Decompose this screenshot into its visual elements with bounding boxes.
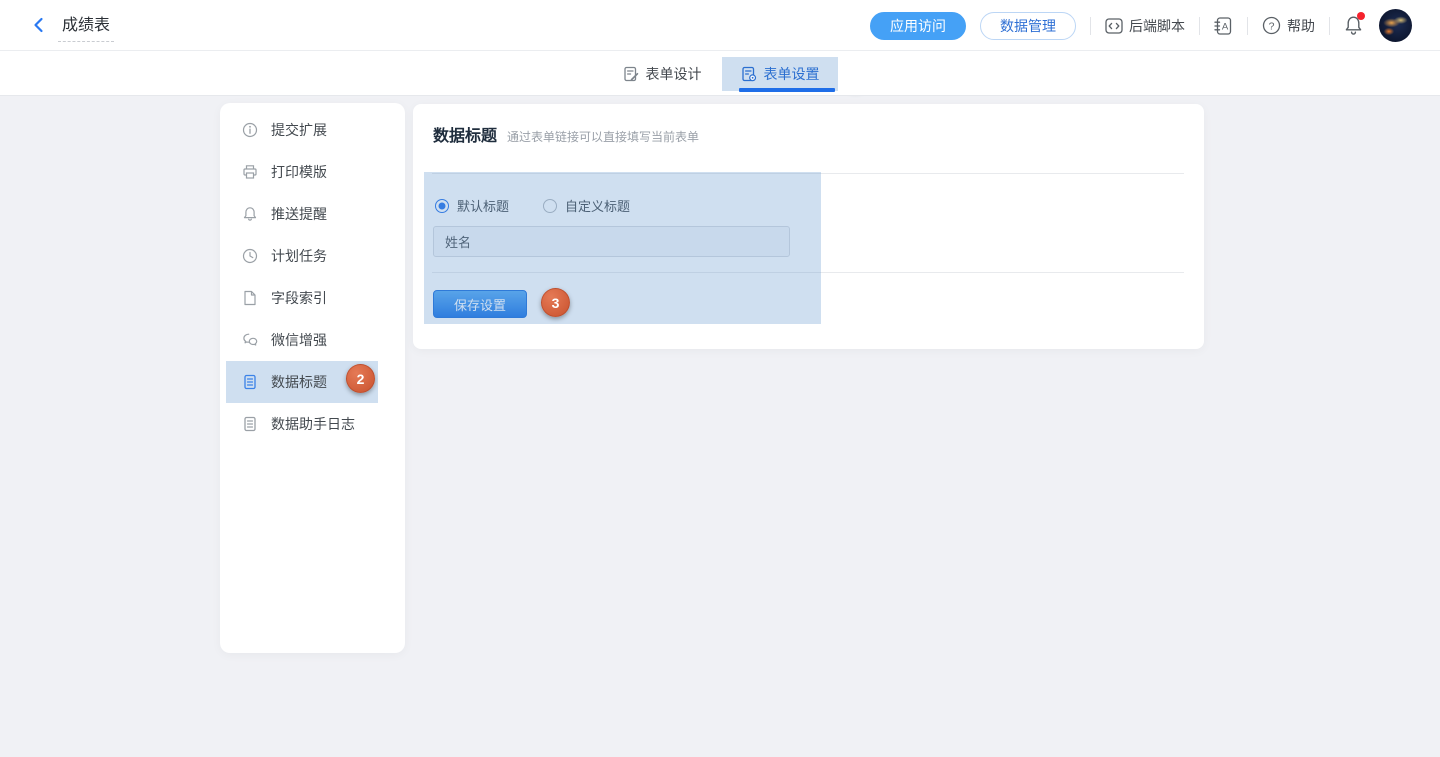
divider xyxy=(1199,17,1200,35)
annotation-badge-2: 2 xyxy=(346,364,375,393)
question-circle-icon: ? xyxy=(1262,16,1281,35)
backend-script-button[interactable]: 后端脚本 xyxy=(1105,16,1185,36)
divider xyxy=(1090,17,1091,35)
sidebar-item-data-assistant-log[interactable]: 数据助手日志 xyxy=(226,403,378,445)
tab-form-design-label: 表单设计 xyxy=(646,64,702,84)
form-settings-icon xyxy=(741,66,757,82)
tab-form-design[interactable]: 表单设计 xyxy=(612,57,712,91)
sidebar-item-print-template[interactable]: 打印模版 xyxy=(226,151,378,193)
panel-title: 数据标题 xyxy=(433,122,497,146)
top-header: 成绩表 应用访问 数据管理 后端脚本 A ? 帮助 xyxy=(0,0,1440,51)
help-button[interactable]: ? 帮助 xyxy=(1262,16,1315,36)
wechat-icon xyxy=(242,332,258,348)
sidebar-item-label: 推送提醒 xyxy=(271,204,327,224)
sidebar-item-submit-extension[interactable]: 提交扩展 xyxy=(226,109,378,151)
list-icon xyxy=(242,416,258,432)
settings-sidebar: 提交扩展 打印模版 推送提醒 计划任务 字段索引 微信增强 数据标题 xyxy=(220,103,405,653)
sidebar-item-label: 打印模版 xyxy=(271,162,327,182)
bell-icon xyxy=(242,206,258,222)
sidebar-item-push-reminder[interactable]: 推送提醒 xyxy=(226,193,378,235)
code-icon xyxy=(1105,18,1123,34)
form-title[interactable]: 成绩表 xyxy=(58,9,114,42)
radio-custom-title[interactable]: 自定义标题 xyxy=(543,196,630,215)
divider xyxy=(1329,17,1330,35)
sidebar-item-field-index[interactable]: 字段索引 xyxy=(226,277,378,319)
annotation-badge-3: 3 xyxy=(541,288,570,317)
list-icon xyxy=(242,374,258,390)
data-title-panel: 数据标题 通过表单链接可以直接填写当前表单 默认标题 自定义标题 保存设置 xyxy=(413,104,1204,349)
active-tab-underline xyxy=(739,88,835,92)
form-tabbar: 表单设计 表单设置 xyxy=(0,51,1440,96)
sidebar-item-label: 数据助手日志 xyxy=(271,414,355,434)
radio-default-title[interactable]: 默认标题 xyxy=(435,196,509,215)
panel-header: 数据标题 通过表单链接可以直接填写当前表单 xyxy=(433,122,699,146)
radio-unselected-icon[interactable] xyxy=(543,199,557,213)
sidebar-item-label: 提交扩展 xyxy=(271,120,327,140)
info-icon xyxy=(242,122,258,138)
printer-icon xyxy=(242,164,258,180)
app-access-button[interactable]: 应用访问 xyxy=(870,12,966,40)
back-button[interactable] xyxy=(22,8,56,42)
form-design-icon xyxy=(623,66,639,82)
header-actions: 应用访问 数据管理 后端脚本 A ? 帮助 xyxy=(870,0,1412,51)
radio-custom-title-label[interactable]: 自定义标题 xyxy=(565,196,630,215)
panel-subtitle: 通过表单链接可以直接填写当前表单 xyxy=(507,128,699,145)
journal-button[interactable]: A xyxy=(1214,16,1233,36)
chevron-left-icon xyxy=(30,16,48,34)
svg-text:?: ? xyxy=(1269,20,1275,32)
notifications-button[interactable] xyxy=(1344,15,1363,36)
sidebar-item-wechat-enhance[interactable]: 微信增强 xyxy=(226,319,378,361)
divider xyxy=(432,173,1184,174)
divider xyxy=(1247,17,1248,35)
tab-form-settings[interactable]: 表单设置 xyxy=(722,57,838,91)
help-label: 帮助 xyxy=(1287,16,1315,36)
svg-text:A: A xyxy=(1222,21,1229,32)
radio-selected-icon[interactable] xyxy=(435,199,449,213)
save-settings-button[interactable]: 保存设置 xyxy=(433,290,527,318)
sidebar-item-label: 微信增强 xyxy=(271,330,327,350)
sidebar-item-label: 数据标题 xyxy=(271,372,327,392)
data-management-button[interactable]: 数据管理 xyxy=(980,12,1076,40)
title-mode-radio-group: 默认标题 自定义标题 xyxy=(435,196,630,215)
document-icon xyxy=(242,290,258,306)
backend-script-label: 后端脚本 xyxy=(1129,16,1185,36)
radio-default-title-label[interactable]: 默认标题 xyxy=(457,196,509,215)
clock-icon xyxy=(242,248,258,264)
divider xyxy=(432,272,1184,273)
sidebar-item-scheduled-task[interactable]: 计划任务 xyxy=(226,235,378,277)
sidebar-item-label: 字段索引 xyxy=(271,288,327,308)
notification-dot xyxy=(1357,12,1365,20)
user-avatar[interactable] xyxy=(1379,9,1412,42)
data-title-field-input[interactable] xyxy=(433,226,790,257)
journal-icon: A xyxy=(1214,16,1233,36)
tab-form-settings-label: 表单设置 xyxy=(764,64,820,84)
sidebar-item-label: 计划任务 xyxy=(271,246,327,266)
